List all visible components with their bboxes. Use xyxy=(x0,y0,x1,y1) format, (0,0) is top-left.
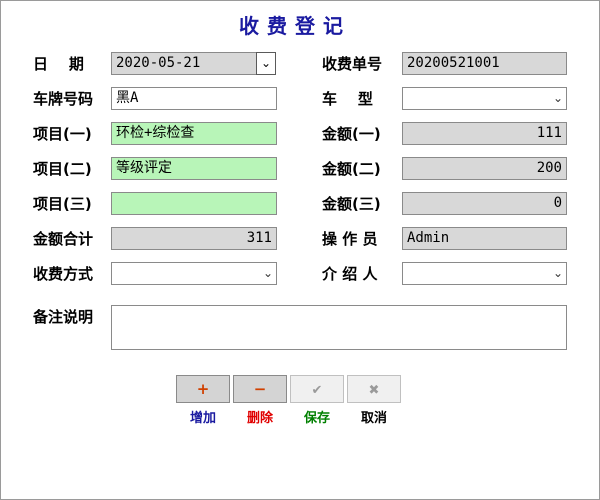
total-value: 311 xyxy=(246,230,272,246)
receipt-value: 20200521001 xyxy=(407,55,500,71)
operator-label: 操 作 员 xyxy=(322,230,378,248)
amount3-field: 0 xyxy=(402,192,567,215)
amount2-field: 200 xyxy=(402,157,567,180)
plate-value: 黑A xyxy=(116,90,139,106)
amount1-value: 111 xyxy=(536,125,562,141)
item1-value: 环检+综检查 xyxy=(116,125,195,141)
operator-value: Admin xyxy=(407,230,450,246)
amount2-value: 200 xyxy=(536,160,562,176)
receipt-label: 收费单号 xyxy=(322,55,383,73)
chevron-down-icon: ⌄ xyxy=(260,56,272,70)
item1-input[interactable]: 环检+综检查 xyxy=(111,122,277,145)
delete-button[interactable]: − xyxy=(233,375,287,403)
delete-button-label[interactable]: 删除 xyxy=(233,407,287,426)
cancel-button[interactable]: ✖ xyxy=(347,375,401,403)
referrer-select[interactable]: ⌄ xyxy=(402,262,567,285)
item2-value: 等级评定 xyxy=(116,160,172,176)
referrer-label: 介 绍 人 xyxy=(322,265,378,283)
remarks-textarea[interactable] xyxy=(111,305,567,350)
amount1-label: 金额(一) xyxy=(322,125,381,143)
amount2-label: 金额(二) xyxy=(322,160,381,178)
add-button-label[interactable]: 增加 xyxy=(176,407,230,426)
date-field[interactable]: 2020-05-21 xyxy=(111,52,257,75)
amount1-field: 111 xyxy=(402,122,567,145)
minus-icon: − xyxy=(253,380,267,398)
plus-icon: + xyxy=(196,380,210,398)
vehicle-type-label: 车 型 xyxy=(322,90,373,108)
chevron-down-icon: ⌄ xyxy=(262,266,273,280)
chevron-down-icon: ⌄ xyxy=(552,266,563,280)
add-button[interactable]: + xyxy=(176,375,230,403)
vehicle-type-select[interactable]: ⌄ xyxy=(402,87,567,110)
amount3-label: 金额(三) xyxy=(322,195,381,213)
operator-field: Admin xyxy=(402,227,567,250)
item2-label: 项目(二) xyxy=(33,160,92,178)
chevron-down-icon: ⌄ xyxy=(552,91,563,105)
item3-label: 项目(三) xyxy=(33,195,92,213)
remarks-label: 备注说明 xyxy=(33,308,94,326)
date-value: 2020-05-21 xyxy=(116,55,201,71)
pay-method-select[interactable]: ⌄ xyxy=(111,262,277,285)
cancel-button-label[interactable]: 取消 xyxy=(347,407,401,426)
check-icon: ✔ xyxy=(311,383,323,398)
save-button[interactable]: ✔ xyxy=(290,375,344,403)
plate-label: 车牌号码 xyxy=(33,90,94,108)
pay-method-label: 收费方式 xyxy=(33,265,94,283)
total-label: 金额合计 xyxy=(33,230,94,248)
plate-input[interactable]: 黑A xyxy=(111,87,277,110)
amount3-value: 0 xyxy=(553,195,562,211)
total-field: 311 xyxy=(111,227,277,250)
item3-input[interactable] xyxy=(111,192,277,215)
date-label: 日 期 xyxy=(33,55,84,73)
item2-input[interactable]: 等级评定 xyxy=(111,157,277,180)
save-button-label[interactable]: 保存 xyxy=(290,407,344,426)
date-dropdown-button[interactable]: ⌄ xyxy=(256,52,276,75)
item1-label: 项目(一) xyxy=(33,125,92,143)
close-icon: ✖ xyxy=(368,383,380,398)
receipt-field: 20200521001 xyxy=(402,52,567,75)
page-title: 收费登记 xyxy=(239,14,351,38)
